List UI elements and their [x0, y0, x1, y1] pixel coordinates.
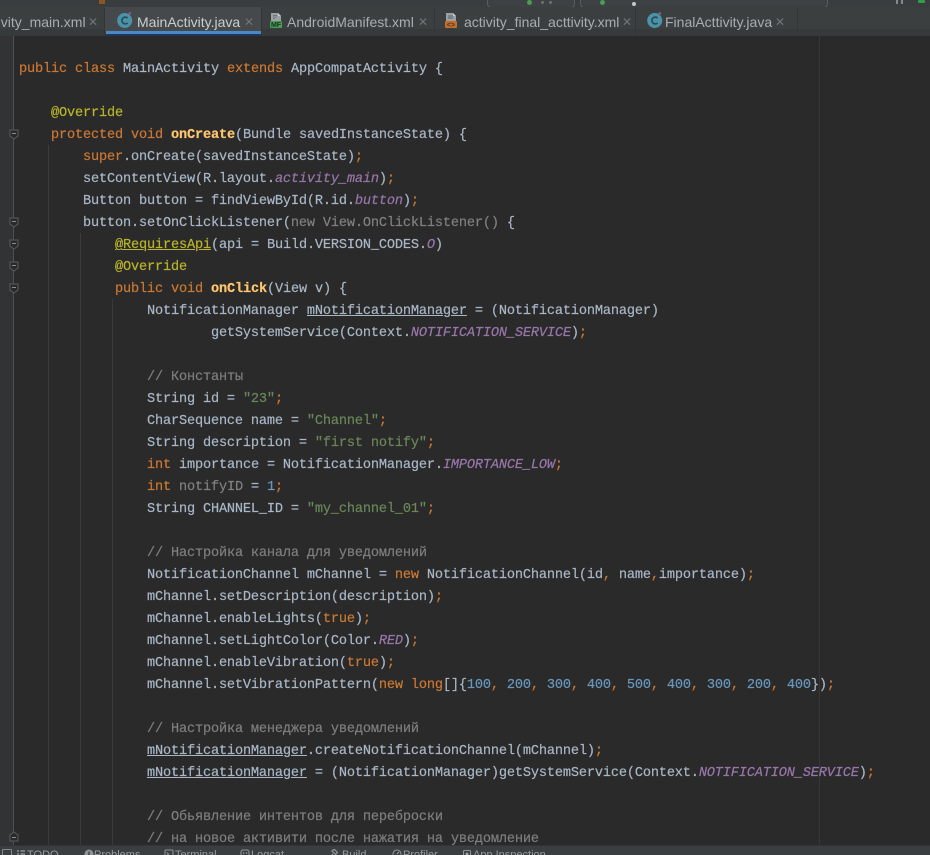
- svg-text:MF: MF: [271, 22, 282, 29]
- svg-text:<>: <>: [447, 22, 455, 29]
